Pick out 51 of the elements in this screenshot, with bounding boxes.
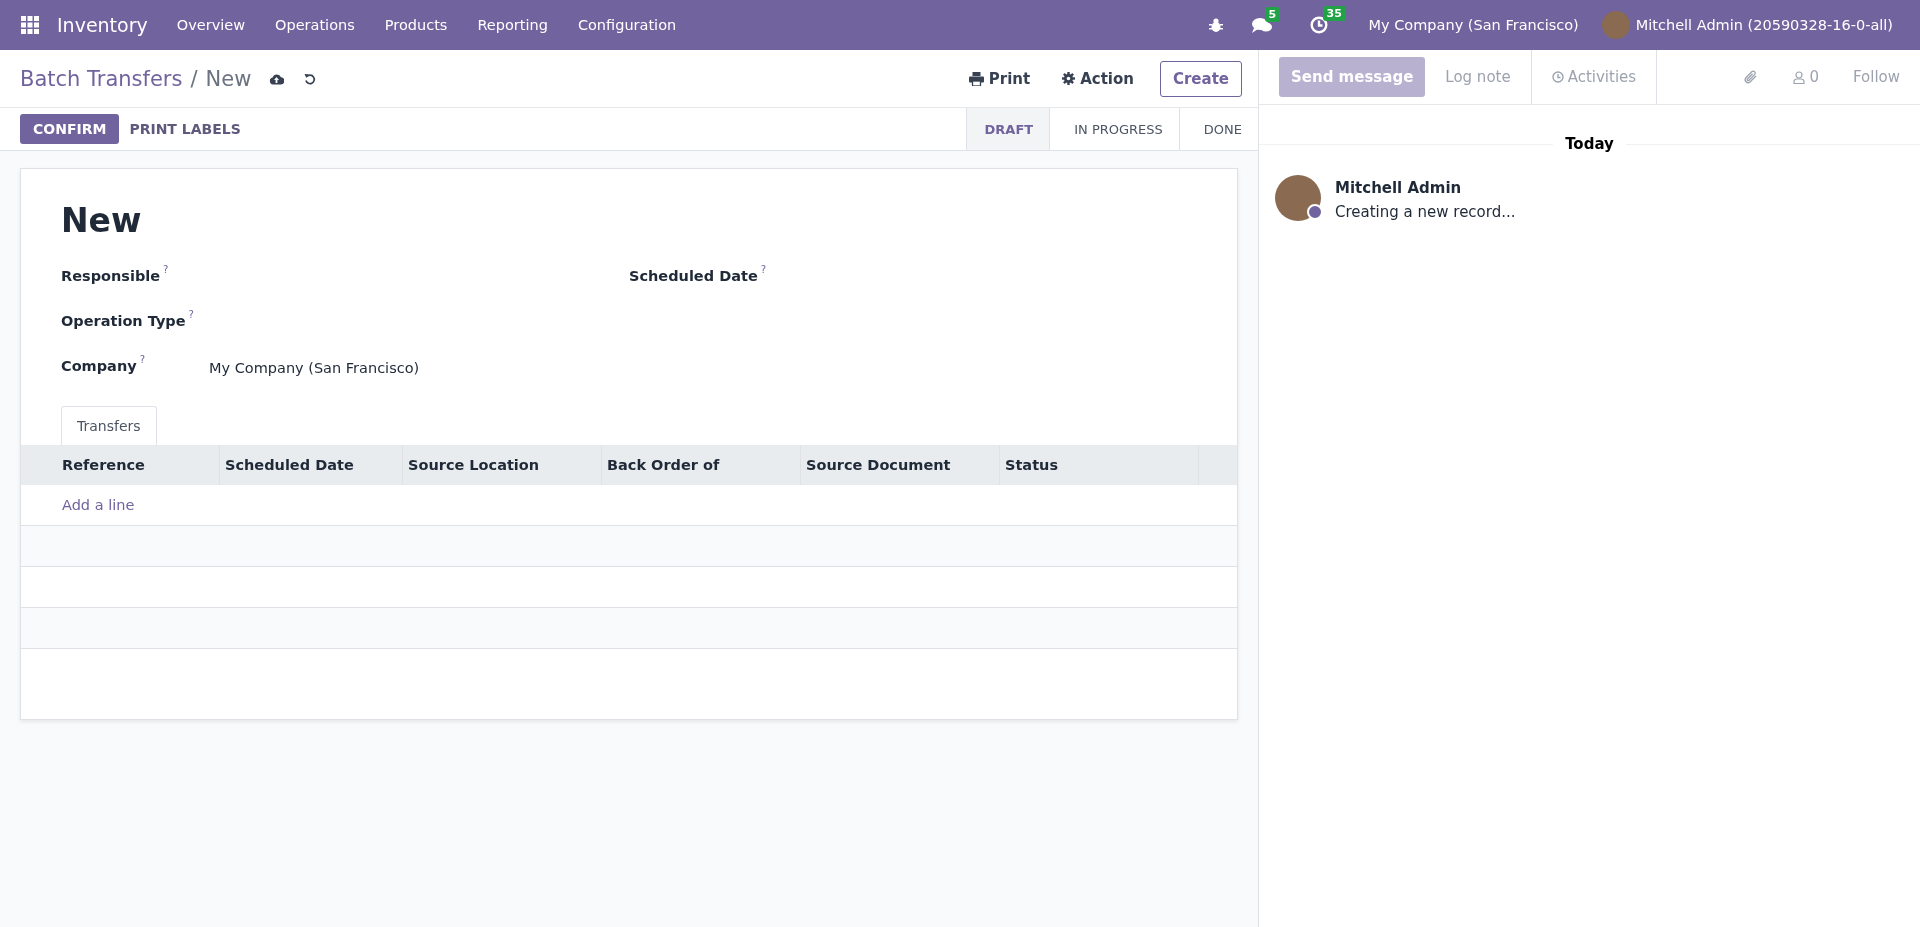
column-header[interactable]: Reference [21,445,220,485]
field-value[interactable]: My Company (San Francisco) [208,360,420,376]
message-author: Mitchell Admin [1335,179,1463,197]
printer-icon [968,71,984,86]
chat-icon[interactable] [1251,16,1272,34]
bug-icon[interactable] [1207,17,1224,33]
print-labels-button[interactable]: PRINT LABELS [123,120,247,138]
field-label: Responsible [61,268,161,284]
confirm-button[interactable]: CONFIRM [20,114,120,144]
column-header[interactable]: Scheduled Date [220,445,403,485]
nav-menu-item[interactable]: Operations [260,17,370,33]
clock-icon[interactable] [1309,16,1328,34]
help-tooltip-mark[interactable]: ? [139,354,145,365]
help-tooltip-mark[interactable]: ? [163,264,169,275]
nav-menu-item[interactable]: Products [369,17,463,33]
breadcrumb-link[interactable]: Batch Transfers [20,66,183,91]
message-body: Creating a new record... [1335,203,1516,221]
print-button[interactable]: Print [962,65,1037,92]
column-header[interactable]: Back Order of [602,445,801,485]
column-header[interactable]: Source Location [403,445,602,485]
nav-menu-item[interactable]: Configuration [562,17,692,33]
message-count-badge: 5 [1264,6,1281,22]
record-title: New [61,201,142,240]
clock-icon [1551,71,1564,83]
create-button[interactable]: Create [1159,60,1242,97]
field-label: Scheduled Date [629,268,758,284]
user-menu[interactable]: Mitchell Admin (20590328-16-0-all) [1629,17,1908,33]
status-step[interactable]: DRAFT [965,108,1050,150]
breadcrumb-current: New [205,66,252,91]
date-separator: Today [1553,135,1626,153]
action-button[interactable]: Action [1056,65,1140,92]
nav-menu-item[interactable]: Reporting [462,17,563,33]
company-switcher[interactable]: My Company (San Francisco) [1353,17,1594,33]
undo-icon[interactable] [304,72,317,85]
add-line-link[interactable]: Add a line [62,497,135,513]
help-tooltip-mark[interactable]: ? [188,309,194,320]
activity-count-badge: 35 [1322,6,1346,21]
field-label: Company [61,358,137,374]
person-icon [1793,70,1806,84]
notebook-tab[interactable]: Transfers [61,406,157,445]
app-name-link[interactable]: Inventory [57,14,148,36]
breadcrumb-separator: / [190,66,198,91]
help-tooltip-mark[interactable]: ? [760,264,767,275]
field-label: Operation Type [61,313,186,329]
gear-icon [1062,72,1076,85]
apps-menu-icon[interactable] [21,16,39,34]
nav-menu-item[interactable]: Overview [161,17,261,33]
online-status-dot [1307,204,1323,220]
column-header[interactable]: Source Document [801,445,1000,485]
column-header[interactable]: Status [1000,445,1199,485]
cloud-upload-icon[interactable] [269,72,285,85]
